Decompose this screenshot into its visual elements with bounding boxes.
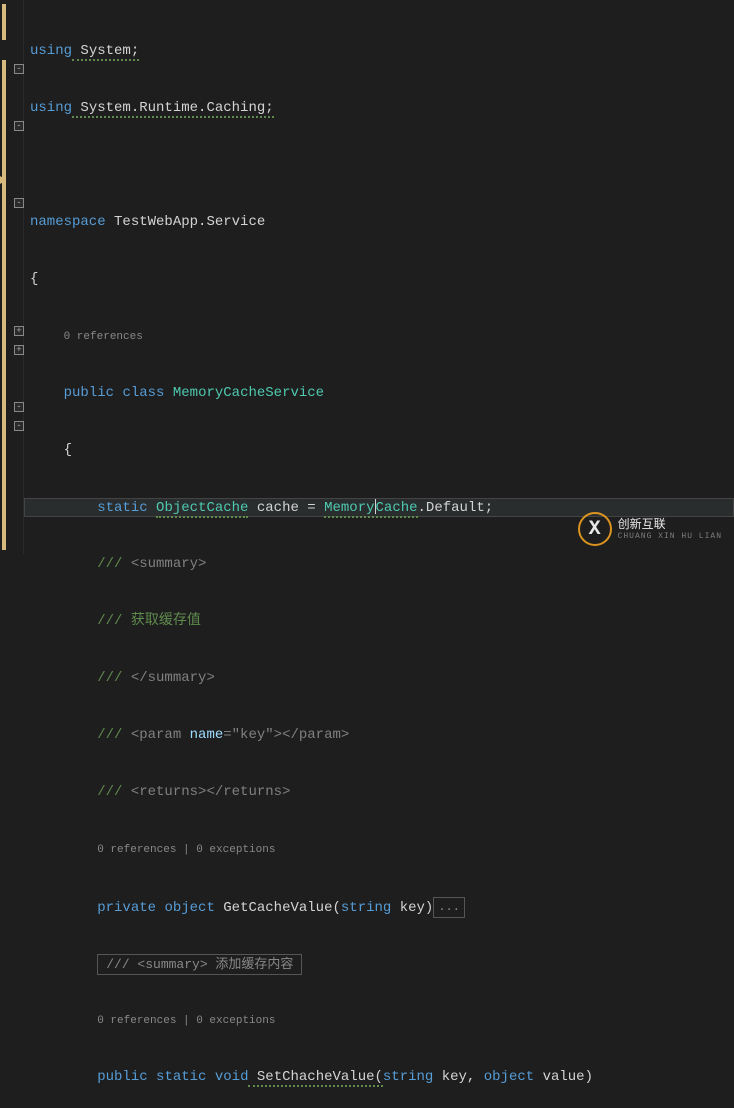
param: key,: [433, 1069, 483, 1085]
keyword: class: [122, 385, 164, 401]
code: cache =: [248, 500, 324, 516]
fold-margin: - - - + + - -: [0, 0, 24, 554]
keyword: object: [484, 1069, 534, 1085]
fold-toggle[interactable]: -: [14, 421, 24, 431]
keyword: public: [64, 385, 114, 401]
keyword: object: [164, 900, 214, 916]
keyword: void: [215, 1069, 249, 1085]
param: key): [391, 900, 433, 916]
xml-comment: /// 获取缓存值: [97, 613, 201, 629]
fold-toggle[interactable]: -: [14, 402, 24, 412]
change-bar: [2, 60, 6, 550]
type: MemoryCache: [324, 500, 417, 518]
collapsed-body[interactable]: ...: [433, 897, 465, 918]
code-area[interactable]: using System; using System.Runtime.Cachi…: [24, 0, 734, 554]
method: GetCacheValue(: [215, 900, 341, 916]
code-lens[interactable]: 0 references | 0 exceptions: [97, 844, 275, 856]
xml-tag: <summary>: [131, 556, 207, 572]
xml-tag: ></param>: [274, 727, 350, 743]
xml-attr-val: "key": [232, 727, 274, 743]
code-editor[interactable]: - - - + + - - using System; using System…: [0, 0, 734, 554]
xml-comment: ///: [97, 727, 131, 743]
xml-tag: <returns></returns>: [131, 784, 291, 800]
param: value): [534, 1069, 593, 1085]
keyword: private: [97, 900, 156, 916]
keyword: string: [383, 1069, 433, 1085]
eq: =: [223, 727, 231, 743]
xml-tag: <param: [131, 727, 190, 743]
keyword: using: [30, 43, 72, 59]
namespace: System;: [72, 43, 139, 61]
code-lens[interactable]: 0 references: [64, 331, 143, 343]
fold-toggle[interactable]: -: [14, 198, 24, 208]
fold-toggle[interactable]: -: [14, 121, 24, 131]
fold-toggle[interactable]: -: [14, 64, 24, 74]
xml-comment: ///: [97, 670, 131, 686]
keyword: using: [30, 100, 72, 116]
collapsed-summary[interactable]: /// <summary> 添加缓存内容: [97, 954, 302, 975]
code-lens[interactable]: 0 references | 0 exceptions: [97, 1015, 275, 1027]
keyword: static: [97, 500, 147, 516]
xml-comment: ///: [97, 556, 131, 572]
current-line: static ObjectCache cache = MemoryCache.D…: [24, 498, 734, 517]
code: .Default;: [418, 500, 494, 516]
brace: {: [64, 442, 72, 458]
xml-tag: </summary>: [131, 670, 215, 686]
method: SetChacheValue(: [248, 1069, 382, 1087]
xml-comment: ///: [97, 784, 131, 800]
fold-toggle[interactable]: +: [14, 345, 24, 355]
class-name: MemoryCacheService: [173, 385, 324, 401]
namespace: TestWebApp.Service: [106, 214, 266, 230]
keyword: namespace: [30, 214, 106, 230]
fold-toggle[interactable]: +: [14, 326, 24, 336]
xml-attr: name: [190, 727, 224, 743]
brace: {: [30, 271, 38, 287]
keyword: string: [341, 900, 391, 916]
type: ObjectCache: [156, 500, 248, 518]
change-bar: [2, 4, 6, 40]
namespace: System.Runtime.Caching;: [72, 100, 274, 118]
keyword: public: [97, 1069, 147, 1085]
keyword: static: [156, 1069, 206, 1085]
